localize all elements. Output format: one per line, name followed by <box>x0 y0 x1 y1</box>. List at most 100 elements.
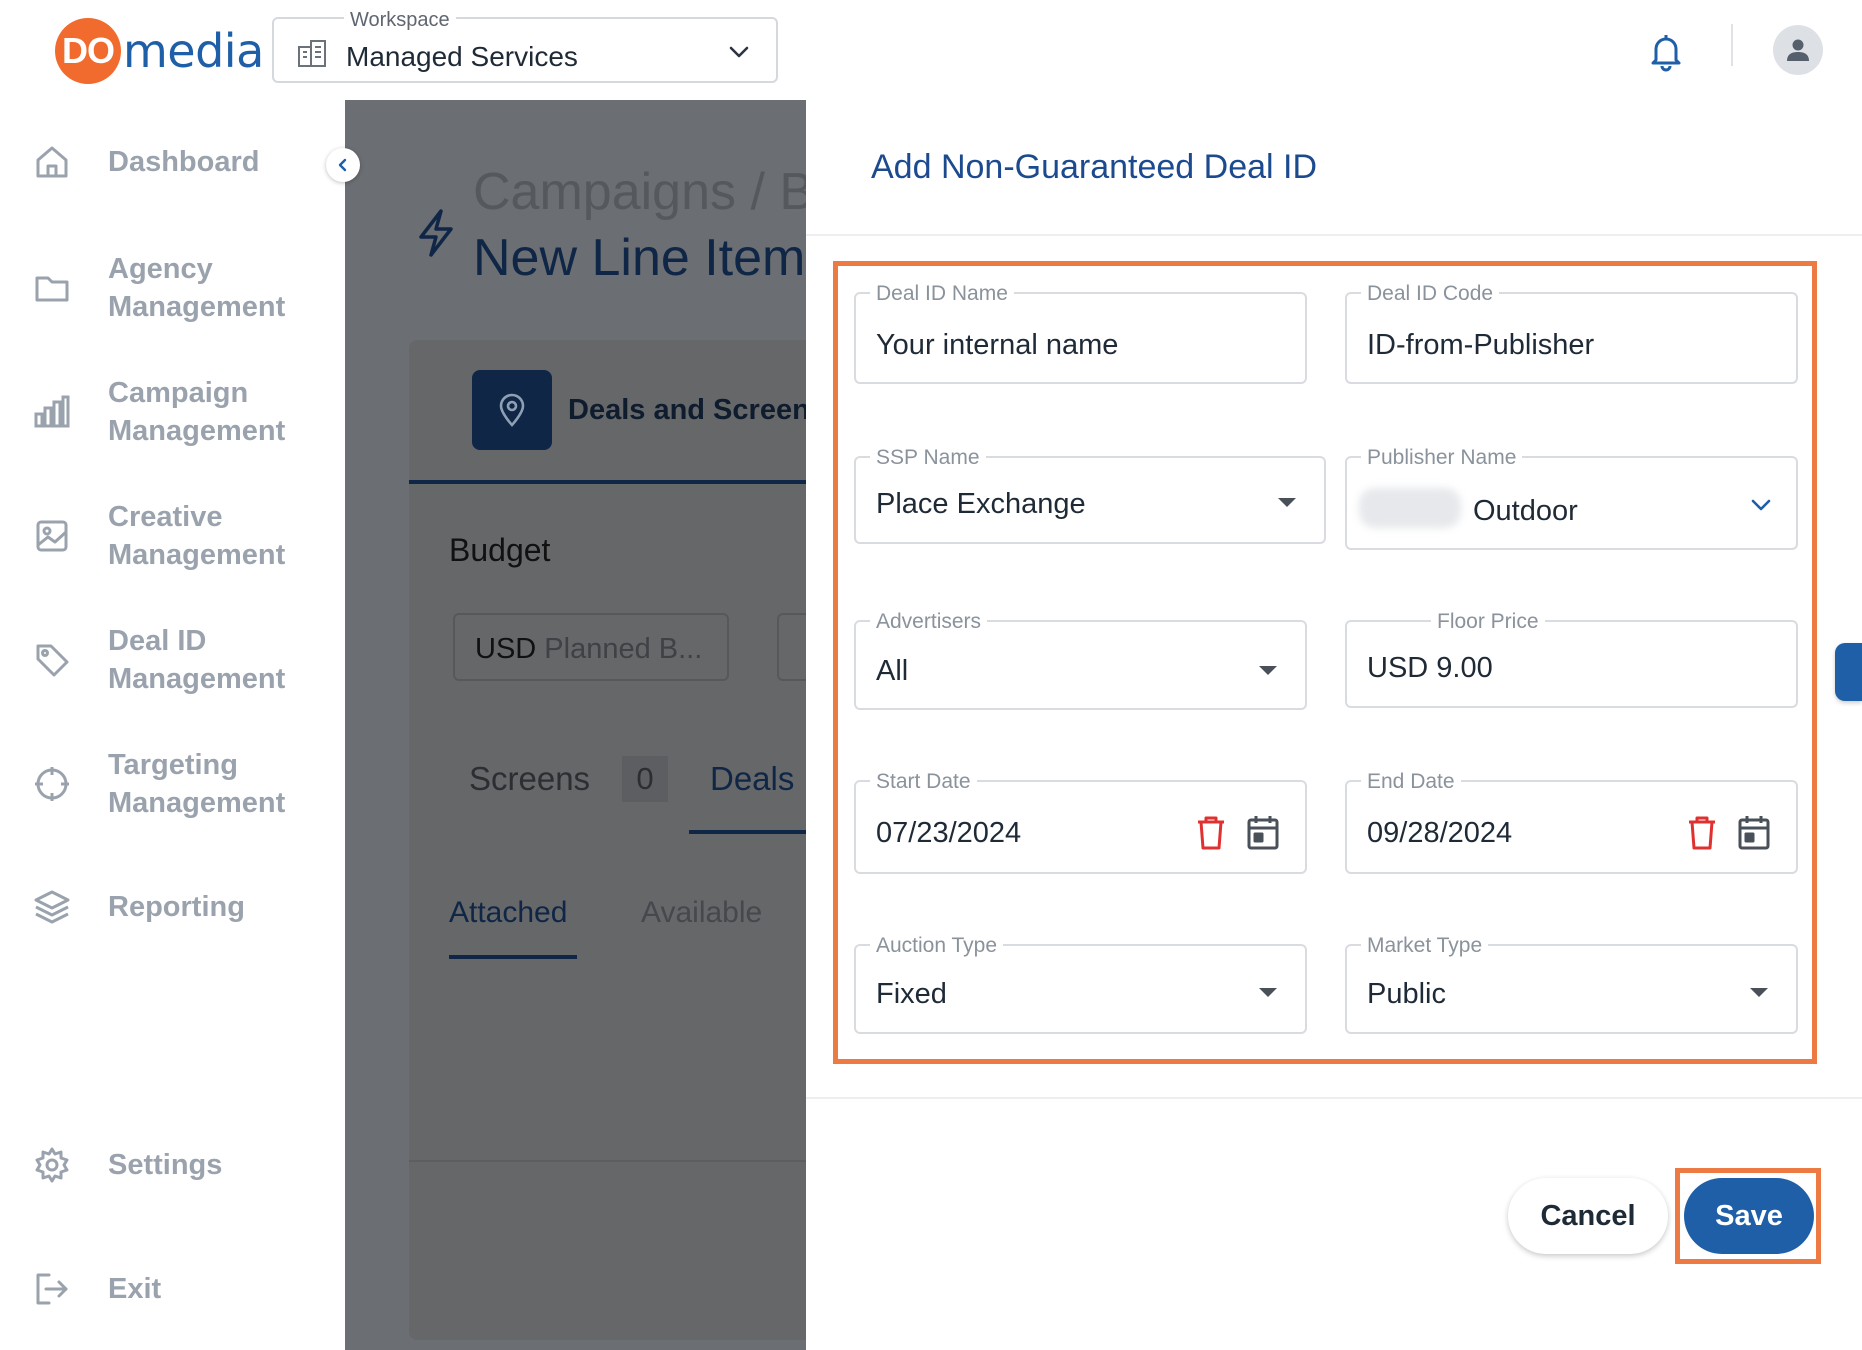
start-date-field[interactable]: Start Date 07/23/2024 <box>854 770 1307 874</box>
location-pin-icon <box>499 393 525 427</box>
sidebar-item-label: Exit <box>108 1273 162 1305</box>
subtab-available[interactable]: Available <box>641 896 762 930</box>
publisher-name-label: Publisher Name <box>1361 446 1523 470</box>
breadcrumb: Campaigns / B <box>473 163 806 221</box>
budget-currency: USD <box>475 633 537 665</box>
deal-id-name-field[interactable]: Deal ID Name Your internal name <box>854 282 1307 384</box>
screens-count-badge: 0 <box>622 756 668 802</box>
sidebar-item-exit[interactable]: Exit <box>0 1269 345 1309</box>
advertisers-value: All <box>876 655 909 687</box>
end-date-label: End Date <box>1361 770 1461 794</box>
ssp-name-select[interactable]: SSP Name Place Exchange <box>854 446 1326 544</box>
line-item-card <box>409 340 806 1340</box>
auction-type-value: Fixed <box>876 978 947 1010</box>
subtab-attached[interactable]: Attached <box>449 896 567 930</box>
gear-icon <box>35 1147 69 1183</box>
sidebar-item-label: Creative Management <box>108 501 286 571</box>
planned-budget-input[interactable]: USD Planned B... <box>453 613 729 681</box>
sidebar-item-label: Dashboard <box>108 146 260 178</box>
card-divider <box>409 1160 806 1162</box>
calendar-icon[interactable] <box>1246 814 1280 852</box>
market-type-value: Public <box>1367 978 1446 1010</box>
save-button[interactable]: Save <box>1684 1178 1814 1254</box>
step-underline <box>409 480 806 484</box>
sidebar-item-deal-id-management[interactable]: Deal ID Management <box>0 620 345 700</box>
sidebar-collapse-button[interactable] <box>326 148 360 182</box>
notification-bell-icon[interactable] <box>1648 32 1684 72</box>
dropdown-arrow-icon <box>1259 988 1277 997</box>
auction-type-select[interactable]: Auction Type Fixed <box>854 934 1307 1034</box>
floor-price-field[interactable]: Floor Price USD 9.00 <box>1345 610 1798 708</box>
floor-price-label: Floor Price <box>1431 610 1545 634</box>
redacted-text <box>1359 488 1461 528</box>
budget-placeholder: Planned B... <box>544 633 703 665</box>
user-avatar[interactable] <box>1773 25 1823 75</box>
dropdown-arrow-icon <box>1278 498 1296 507</box>
start-date-value: 07/23/2024 <box>876 817 1022 849</box>
chevron-left-icon <box>338 158 347 172</box>
end-date-value: 09/28/2024 <box>1367 817 1513 849</box>
sidebar-item-campaign-management[interactable]: Campaign Management <box>0 372 345 452</box>
app-logo[interactable]: DO media <box>55 18 264 84</box>
layers-icon <box>34 890 70 924</box>
deal-id-code-value: ID-from-Publisher <box>1367 329 1595 361</box>
sidebar-item-settings[interactable]: Settings <box>0 1145 345 1185</box>
modal-backdrop[interactable]: Campaigns / B New Line Item Deals and Sc… <box>345 100 806 1350</box>
tag-icon <box>36 644 69 677</box>
chevron-down-icon <box>1751 499 1771 511</box>
advertisers-label: Advertisers <box>870 610 988 634</box>
dialog-footer-divider <box>806 1097 1862 1099</box>
folder-icon <box>35 276 69 302</box>
header-divider <box>1731 24 1733 66</box>
budget-heading: Budget <box>449 532 551 568</box>
bar-chart-icon <box>34 395 70 428</box>
end-date-field[interactable]: End Date 09/28/2024 <box>1345 770 1798 874</box>
sidebar-item-label: Settings <box>108 1149 223 1181</box>
image-icon <box>36 520 68 552</box>
side-panel-tab[interactable] <box>1835 643 1862 701</box>
add-deal-id-dialog: Add Non-Guaranteed Deal ID Deal ID Name … <box>806 100 1862 1350</box>
deal-id-code-field[interactable]: Deal ID Code ID-from-Publisher <box>1345 282 1798 384</box>
tab-deals-underline <box>689 830 806 834</box>
sidebar-item-targeting-management[interactable]: Targeting Management <box>0 744 345 824</box>
sidebar-item-label: Agency Management <box>108 253 286 323</box>
tab-screens[interactable]: Screens <box>469 760 590 798</box>
page-title: New Line Item <box>473 229 806 287</box>
dropdown-arrow-icon <box>1259 666 1277 675</box>
sidebar-item-agency-management[interactable]: Agency Management <box>0 248 345 328</box>
logo-mark: DO <box>55 18 121 84</box>
trash-icon[interactable] <box>1194 814 1228 852</box>
sidebar-item-reporting[interactable]: Reporting <box>0 887 345 927</box>
building-icon <box>298 40 326 67</box>
deal-id-code-label: Deal ID Code <box>1361 282 1500 306</box>
calendar-icon[interactable] <box>1737 814 1771 852</box>
user-icon <box>1787 39 1809 61</box>
sidebar-item-label: Deal ID Management <box>108 625 286 695</box>
sidebar-item-creative-management[interactable]: Creative Management <box>0 496 345 576</box>
market-type-label: Market Type <box>1361 934 1489 958</box>
trash-icon[interactable] <box>1685 814 1719 852</box>
lightning-icon <box>419 209 453 257</box>
step-icon <box>472 370 552 450</box>
sidebar-item-dashboard[interactable]: Dashboard <box>0 142 345 182</box>
publisher-name-select[interactable]: Publisher Name Outdoor <box>1345 446 1798 550</box>
sidebar-item-label: Reporting <box>108 891 245 923</box>
secondary-budget-input[interactable] <box>777 613 806 681</box>
advertisers-select[interactable]: Advertisers All <box>854 610 1307 710</box>
workspace-select[interactable]: Workspace Managed Services <box>272 9 778 83</box>
dropdown-arrow-icon <box>1750 988 1768 997</box>
auction-type-label: Auction Type <box>870 934 1004 958</box>
home-icon <box>36 146 68 178</box>
deal-id-name-value: Your internal name <box>876 329 1119 361</box>
publisher-name-value: Outdoor <box>1473 495 1578 527</box>
start-date-label: Start Date <box>870 770 977 794</box>
step-label: Deals and Screen <box>568 394 806 426</box>
subtab-attached-underline <box>449 955 577 959</box>
chevron-down-icon <box>729 46 749 58</box>
logout-icon <box>36 1273 68 1305</box>
market-type-select[interactable]: Market Type Public <box>1345 934 1798 1034</box>
cancel-button[interactable]: Cancel <box>1508 1178 1668 1254</box>
dialog-header-divider <box>806 234 1862 236</box>
tab-deals[interactable]: Deals <box>710 760 794 798</box>
deal-id-name-label: Deal ID Name <box>870 282 1014 306</box>
